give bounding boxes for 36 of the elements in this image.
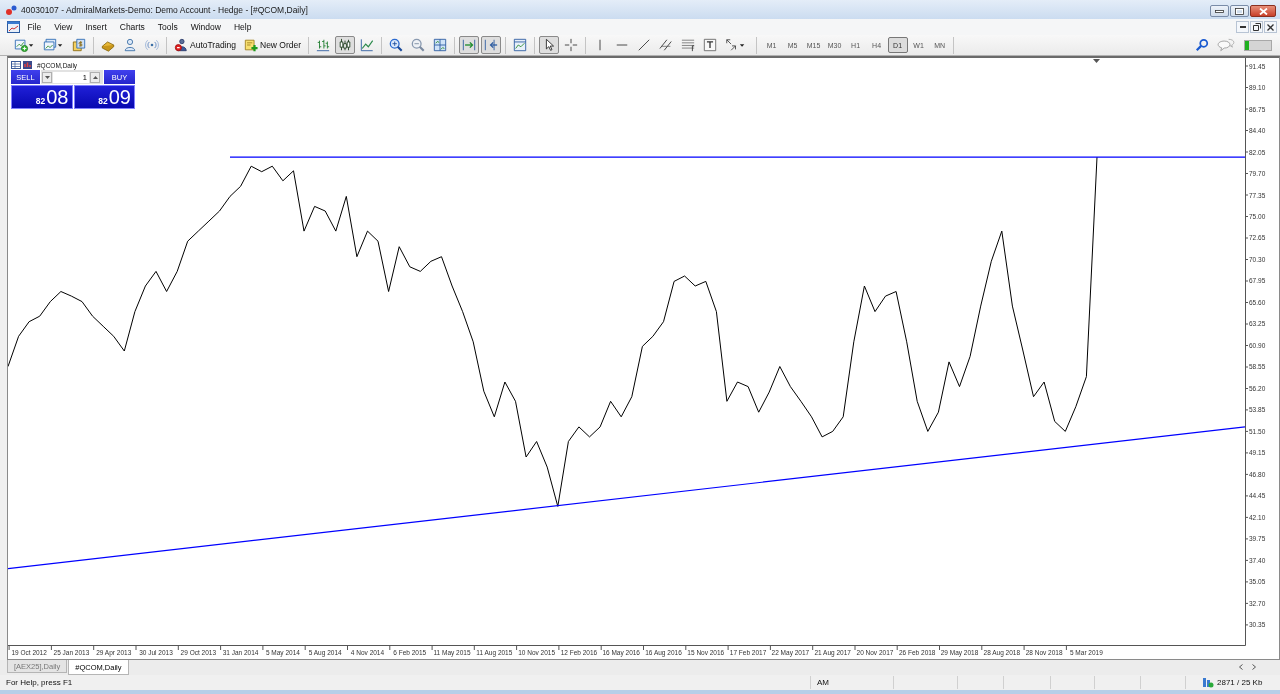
- person-stop-icon[interactable]: [174, 38, 188, 52]
- decrease-button[interactable]: [42, 71, 52, 83]
- minimize-icon[interactable]: [1215, 9, 1224, 13]
- menu-item[interactable]: Tools: [151, 19, 185, 35]
- increase-button[interactable]: [90, 71, 100, 83]
- maximize-button[interactable]: [1230, 5, 1249, 17]
- menu-item[interactable]: File: [21, 19, 48, 35]
- minimize-button[interactable]: [1236, 21, 1249, 33]
- bid-price-button[interactable]: 82 08: [11, 85, 73, 109]
- chevron-left-icon[interactable]: [1239, 664, 1243, 670]
- new-order-button[interactable]: New Order: [241, 36, 305, 54]
- ask-price-button[interactable]: 8209: [73, 85, 135, 109]
- chart-window-icon[interactable]: [7, 21, 20, 33]
- menu-item[interactable]: Insert: [79, 19, 114, 35]
- chevron-right-icon[interactable]: [1252, 664, 1256, 670]
- traffic-text: 2871 / 25 Kb: [1217, 678, 1263, 687]
- menu-item[interactable]: Charts: [113, 19, 152, 35]
- window-title: 40030107 - AdmiralMarkets-Demo: Demo Account - Hedge - [#QCOM,Daily]: [21, 4, 308, 15]
- menu-item[interactable]: Window: [184, 19, 228, 35]
- bar-chart-icon: [23, 61, 32, 69]
- menu-item[interactable]: View: [47, 19, 79, 35]
- dots-logo-icon: [6, 4, 17, 15]
- close-button[interactable]: [1250, 5, 1276, 17]
- minimize-icon[interactable]: [1239, 26, 1246, 28]
- status-cell: AM: [810, 676, 893, 689]
- restore-icon[interactable]: [1235, 7, 1244, 15]
- minimize-button[interactable]: [1210, 5, 1229, 17]
- triangle-marker-icon[interactable]: [1093, 59, 1100, 63]
- menu-item[interactable]: Help: [227, 19, 258, 35]
- document-plus-icon[interactable]: [244, 38, 258, 52]
- status-help-text: For Help, press F1: [5, 678, 74, 687]
- up-triangle-icon[interactable]: [92, 75, 98, 79]
- auto-trading-button[interactable]: AutoTrading: [171, 36, 239, 54]
- table-icon: [11, 61, 21, 69]
- network-icon: [1202, 677, 1214, 688]
- down-triangle-icon[interactable]: [44, 75, 50, 79]
